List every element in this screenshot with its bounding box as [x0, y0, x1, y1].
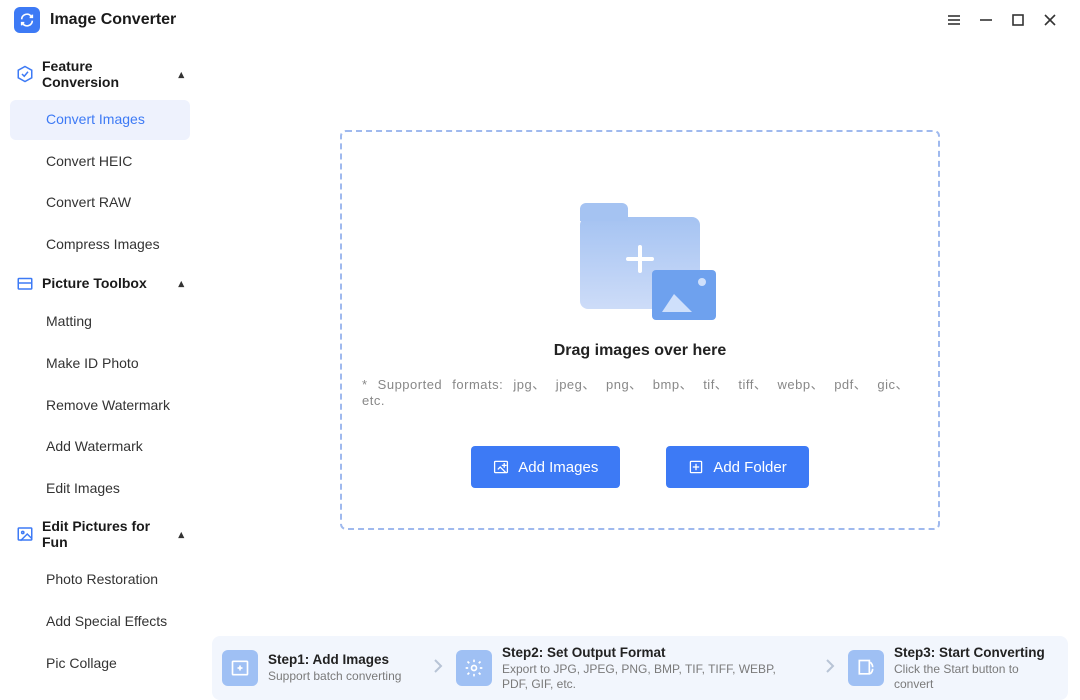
add-image-icon [493, 459, 509, 475]
nav-convert-heic[interactable]: Convert HEIC [10, 142, 190, 182]
steps-footer: Step1: Add Images Support batch converti… [212, 636, 1068, 700]
supported-formats: * Supported formats: jpg、 jpeg、 png、 bmp… [362, 374, 918, 408]
folder-image-icon [550, 200, 730, 326]
step-subtitle: Click the Start button to convert [894, 662, 1058, 692]
section-label: Edit Pictures for Fun [42, 518, 170, 550]
step-subtitle: Support batch converting [268, 669, 401, 684]
button-label: Add Folder [713, 459, 786, 476]
chevron-up-icon: ▴ [178, 277, 184, 290]
section-picture-toolbox[interactable]: Picture Toolbox ▴ [6, 266, 194, 300]
nav-edit-images[interactable]: Edit Images [10, 469, 190, 509]
nav-compress-images[interactable]: Compress Images [10, 225, 190, 265]
menu-icon[interactable] [938, 4, 970, 36]
add-folder-button[interactable]: Add Folder [666, 446, 808, 488]
app-title: Image Converter [50, 11, 176, 29]
main-area: Drag images over here * Supported format… [200, 40, 1080, 700]
drop-zone[interactable]: Drag images over here * Supported format… [340, 130, 940, 530]
nav-make-id-photo[interactable]: Make ID Photo [10, 344, 190, 384]
chevron-up-icon: ▴ [178, 68, 184, 81]
add-folder-icon [688, 459, 704, 475]
step-2: Step2: Set Output Format Export to JPG, … [456, 645, 812, 692]
add-images-button[interactable]: Add Images [471, 446, 620, 488]
nav-pic-collage[interactable]: Pic Collage [10, 644, 190, 684]
section-feature-conversion[interactable]: Feature Conversion ▴ [6, 50, 194, 98]
section-label: Feature Conversion [42, 58, 170, 90]
step-title: Step2: Set Output Format [502, 645, 802, 660]
drop-title: Drag images over here [554, 342, 727, 360]
nav-convert-raw[interactable]: Convert RAW [10, 183, 190, 223]
chevron-right-icon [818, 657, 842, 680]
step-title: Step1: Add Images [268, 652, 401, 667]
add-images-step-icon [222, 650, 258, 686]
section-edit-pictures-fun[interactable]: Edit Pictures for Fun ▴ [6, 510, 194, 558]
picture-icon [16, 525, 34, 543]
nav-photo-restoration[interactable]: Photo Restoration [10, 560, 190, 600]
step-1: Step1: Add Images Support batch converti… [222, 650, 420, 686]
nav-remove-watermark[interactable]: Remove Watermark [10, 386, 190, 426]
title-bar: Image Converter [0, 0, 1080, 40]
minimize-icon[interactable] [970, 4, 1002, 36]
toolbox-icon [16, 274, 34, 292]
app-logo-icon [14, 7, 40, 33]
close-icon[interactable] [1034, 4, 1066, 36]
step-title: Step3: Start Converting [894, 645, 1058, 660]
nav-add-special-effects[interactable]: Add Special Effects [10, 602, 190, 642]
nav-add-watermark[interactable]: Add Watermark [10, 427, 190, 467]
sidebar: Feature Conversion ▴ Convert Images Conv… [0, 40, 200, 700]
hexagon-icon [16, 65, 34, 83]
maximize-icon[interactable] [1002, 4, 1034, 36]
step-subtitle: Export to JPG, JPEG, PNG, BMP, TIF, TIFF… [502, 662, 802, 692]
nav-convert-images[interactable]: Convert Images [10, 100, 190, 140]
chevron-right-icon [426, 657, 450, 680]
chevron-up-icon: ▴ [178, 528, 184, 541]
convert-icon [848, 650, 884, 686]
button-label: Add Images [518, 459, 598, 476]
step-3: Step3: Start Converting Click the Start … [848, 645, 1058, 692]
section-label: Picture Toolbox [42, 275, 147, 291]
gear-icon [456, 650, 492, 686]
nav-matting[interactable]: Matting [10, 302, 190, 342]
